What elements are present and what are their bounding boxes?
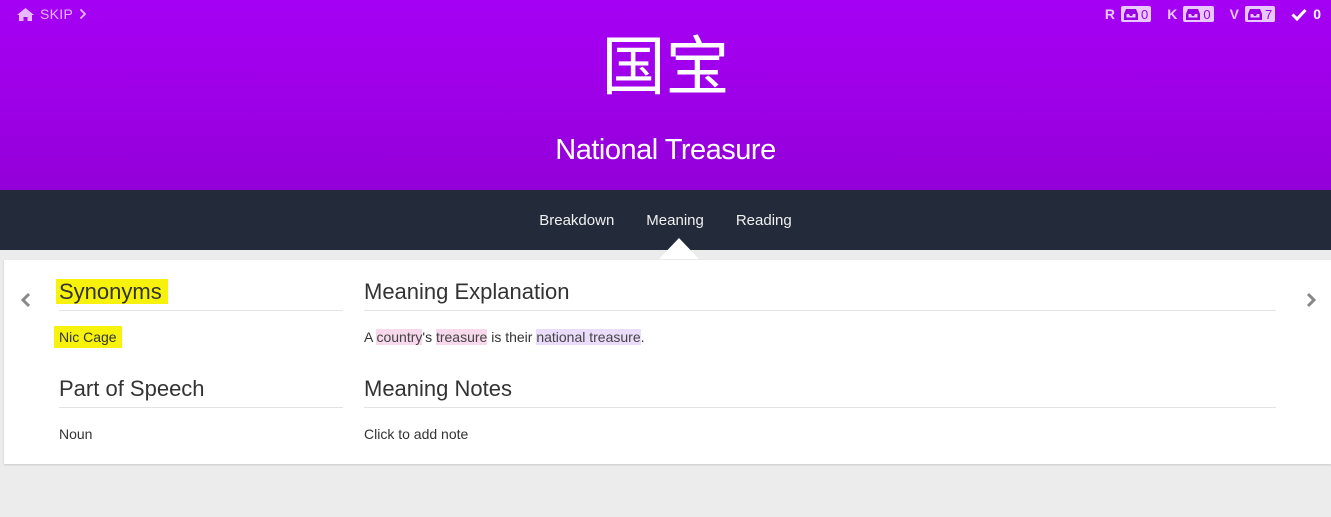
stat-value: 0 bbox=[1203, 6, 1211, 22]
stat-vocabulary: V 7 bbox=[1230, 6, 1276, 22]
radical-highlight: country bbox=[376, 329, 423, 345]
tab-reading[interactable]: Reading bbox=[720, 212, 808, 229]
synonyms-heading: Synonyms bbox=[56, 276, 343, 311]
explanation-text: . bbox=[640, 329, 645, 345]
explanation-text: 's bbox=[422, 329, 436, 345]
inbox-icon bbox=[1186, 8, 1201, 20]
next-arrow-icon[interactable] bbox=[1304, 291, 1318, 309]
inbox-icon bbox=[1247, 8, 1262, 20]
stat-letter: R bbox=[1104, 6, 1116, 22]
chevron-right-icon[interactable] bbox=[79, 8, 87, 20]
meaning-notes-heading: Meaning Notes bbox=[364, 373, 1276, 408]
stat-radicals: R 0 bbox=[1104, 6, 1152, 22]
meaning-explanation-section: Meaning Explanation A country's treasure… bbox=[364, 276, 1276, 346]
explanation-text: A bbox=[364, 329, 377, 345]
explanation-text: is their bbox=[487, 329, 537, 345]
part-of-speech-heading: Part of Speech bbox=[59, 373, 343, 408]
checkmark-icon bbox=[1291, 8, 1307, 21]
stat-box: 0 bbox=[1183, 6, 1214, 22]
stat-correct: 0 bbox=[1291, 6, 1321, 22]
kanji-highlight: treasure bbox=[435, 329, 488, 345]
previous-arrow-icon[interactable] bbox=[19, 291, 33, 309]
stat-value: 0 bbox=[1141, 6, 1149, 22]
stat-box: 0 bbox=[1121, 6, 1152, 22]
stat-letter: V bbox=[1229, 6, 1239, 22]
session-stats: R 0 K 0 V 7 0 bbox=[1089, 5, 1321, 23]
inbox-icon bbox=[1124, 8, 1139, 20]
stat-value: 7 bbox=[1264, 6, 1273, 22]
tab-meaning[interactable]: Meaning bbox=[630, 212, 720, 229]
synonyms-section: Synonyms Nic Cage bbox=[56, 276, 343, 346]
meaning-explanation-text: A country's treasure is their national t… bbox=[364, 328, 1276, 346]
meaning-explanation-heading: Meaning Explanation bbox=[364, 276, 1276, 311]
synonym-value[interactable]: Nic Cage bbox=[57, 329, 119, 345]
stat-box: 7 bbox=[1244, 6, 1276, 22]
meaning-panel: Synonyms Nic Cage Part of Speech Noun Me… bbox=[4, 260, 1331, 464]
skip-button[interactable]: SKIP bbox=[17, 5, 87, 23]
skip-label[interactable]: SKIP bbox=[40, 6, 73, 22]
home-icon[interactable] bbox=[17, 7, 34, 21]
vocabulary-highlight: national treasure bbox=[536, 329, 641, 345]
stat-kanji: K 0 bbox=[1167, 6, 1214, 22]
vocabulary-meaning: National Treasure bbox=[555, 134, 776, 166]
part-of-speech-section: Part of Speech Noun bbox=[59, 373, 343, 443]
add-note-button[interactable]: Click to add note bbox=[364, 425, 1276, 443]
stat-letter: K bbox=[1167, 6, 1178, 22]
part-of-speech-value: Noun bbox=[59, 426, 93, 442]
correct-count: 0 bbox=[1313, 6, 1321, 22]
active-tab-pointer bbox=[659, 238, 699, 259]
tab-breakdown[interactable]: Breakdown bbox=[523, 212, 630, 229]
meaning-notes-section: Meaning Notes Click to add note bbox=[364, 373, 1276, 443]
header: SKIP R 0 K 0 V 7 0 国宝 National Treasure bbox=[0, 0, 1331, 190]
vocabulary-characters: 国宝 bbox=[601, 31, 730, 105]
synonyms-body: Nic Cage bbox=[57, 328, 343, 346]
synonyms-title: Synonyms bbox=[56, 279, 168, 304]
